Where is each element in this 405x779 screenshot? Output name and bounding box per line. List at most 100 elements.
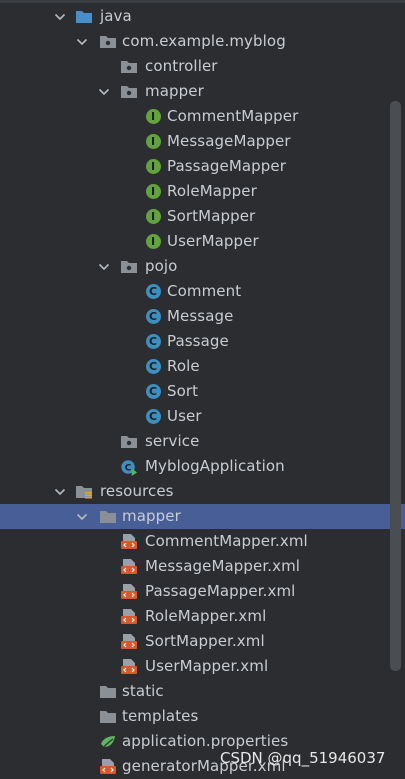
chevron-down-icon[interactable]	[75, 29, 89, 54]
tree-item-commentmapper-xml[interactable]: CommentMapper.xml	[0, 529, 405, 554]
tree-item-mapper[interactable]: mapper	[0, 79, 405, 104]
tree-item-messagemapper-xml[interactable]: MessageMapper.xml	[0, 554, 405, 579]
class-icon-letter: C	[145, 309, 161, 324]
interface-icon-letter: I	[145, 134, 161, 149]
source-folder-icon	[75, 4, 93, 29]
tree-item-controller[interactable]: controller	[0, 54, 405, 79]
tree-item-label: MyblogApplication	[145, 457, 285, 475]
tree-item-label: Role	[167, 357, 200, 375]
project-tree[interactable]: java com.example.myblog controller mapper I C…	[0, 0, 405, 779]
package-icon	[120, 54, 138, 79]
tree-item-role[interactable]: C Role	[0, 354, 405, 379]
interface-icon-letter: I	[145, 109, 161, 124]
class-icon: C	[144, 354, 162, 379]
tree-item-label: controller	[145, 57, 218, 75]
tree-item-rolemapper-xml[interactable]: RoleMapper.xml	[0, 604, 405, 629]
tree-item-message[interactable]: C Message	[0, 304, 405, 329]
tree-item-static[interactable]: static	[0, 679, 405, 704]
tree-item-rolemapper[interactable]: I RoleMapper	[0, 179, 405, 204]
tree-item-label: PassageMapper	[167, 157, 287, 175]
tree-item-pojo[interactable]: pojo	[0, 254, 405, 279]
tree-item-com-example-myblog[interactable]: com.example.myblog	[0, 29, 405, 54]
tree-item-label: User	[167, 407, 202, 425]
class-icon: C	[144, 329, 162, 354]
tree-item-passagemapper-xml[interactable]: PassageMapper.xml	[0, 579, 405, 604]
resources-folder-icon	[75, 479, 93, 504]
svg-text:C: C	[125, 463, 132, 473]
spring-boot-class-icon: C	[120, 454, 138, 479]
tree-item-messagemapper[interactable]: I MessageMapper	[0, 129, 405, 154]
class-icon-letter: C	[145, 409, 161, 424]
watermark: CSDN @qq_51946037	[220, 749, 386, 767]
tree-item-java[interactable]: java	[0, 4, 405, 29]
interface-icon: I	[144, 104, 162, 129]
tree-item-commentmapper[interactable]: I CommentMapper	[0, 104, 405, 129]
package-icon	[120, 79, 138, 104]
interface-icon: I	[144, 204, 162, 229]
tree-item-service[interactable]: service	[0, 429, 405, 454]
class-icon-letter: C	[145, 284, 161, 299]
tree-item-label: service	[145, 432, 200, 450]
tree-item-label: SortMapper	[167, 207, 256, 225]
tree-item-label: static	[122, 682, 164, 700]
tree-item-label: mapper	[145, 82, 204, 100]
xml-file-icon	[99, 754, 117, 779]
tree-item-templates[interactable]: templates	[0, 704, 405, 729]
chevron-down-icon[interactable]	[53, 479, 67, 504]
tree-item-label: templates	[122, 707, 199, 725]
tree-item-passagemapper[interactable]: I PassageMapper	[0, 154, 405, 179]
class-icon-letter: C	[145, 384, 161, 399]
chevron-down-icon[interactable]	[75, 504, 89, 529]
xml-file-icon	[120, 554, 138, 579]
chevron-down-icon[interactable]	[97, 254, 111, 279]
tree-item-sortmapper[interactable]: I SortMapper	[0, 204, 405, 229]
tree-item-label: mapper	[122, 507, 181, 525]
chevron-down-icon[interactable]	[97, 79, 111, 104]
tree-item-label: resources	[100, 482, 174, 500]
class-icon: C	[144, 304, 162, 329]
tree-item-label: CommentMapper	[167, 107, 299, 125]
tree-item-sort[interactable]: C Sort	[0, 379, 405, 404]
class-icon-letter: C	[145, 359, 161, 374]
tree-item-label: RoleMapper.xml	[145, 607, 267, 625]
chevron-down-icon[interactable]	[53, 4, 67, 29]
tree-item-passage[interactable]: C Passage	[0, 329, 405, 354]
tree-item-usermapper-xml[interactable]: UserMapper.xml	[0, 654, 405, 679]
interface-icon: I	[144, 179, 162, 204]
tree-item-sortmapper-xml[interactable]: SortMapper.xml	[0, 629, 405, 654]
interface-icon-letter: I	[145, 209, 161, 224]
interface-icon: I	[144, 129, 162, 154]
tree-item-label: com.example.myblog	[122, 32, 286, 50]
xml-file-icon	[120, 579, 138, 604]
class-icon-letter: C	[145, 334, 161, 349]
tree-item-label: UserMapper	[167, 232, 259, 250]
interface-icon-letter: I	[145, 184, 161, 199]
vertical-scrollbar[interactable]	[390, 101, 401, 671]
tree-item-label: MessageMapper.xml	[145, 557, 301, 575]
tree-item-label: Comment	[167, 282, 242, 300]
class-icon: C	[144, 379, 162, 404]
tree-item-label: MessageMapper	[167, 132, 291, 150]
tree-item-label: java	[100, 7, 132, 25]
package-icon	[99, 29, 117, 54]
interface-icon: I	[144, 154, 162, 179]
tree-item-label: Message	[167, 307, 234, 325]
tree-item-label: PassageMapper.xml	[145, 582, 296, 600]
tree-item-usermapper[interactable]: I UserMapper	[0, 229, 405, 254]
xml-file-icon	[120, 529, 138, 554]
tree-item-user[interactable]: C User	[0, 404, 405, 429]
properties-file-icon	[99, 729, 117, 754]
tree-item-myblogapplication[interactable]: C MyblogApplication	[0, 454, 405, 479]
tree-item-mapper[interactable]: mapper	[0, 504, 405, 529]
interface-icon-letter: I	[145, 159, 161, 174]
tree-item-label: Sort	[167, 382, 199, 400]
tree-item-comment[interactable]: C Comment	[0, 279, 405, 304]
class-icon: C	[144, 404, 162, 429]
tree-item-label: pojo	[145, 257, 178, 275]
folder-icon	[99, 679, 117, 704]
xml-file-icon	[120, 604, 138, 629]
interface-icon: I	[144, 229, 162, 254]
interface-icon-letter: I	[145, 234, 161, 249]
tree-item-resources[interactable]: resources	[0, 479, 405, 504]
tree-item-label: RoleMapper	[167, 182, 257, 200]
